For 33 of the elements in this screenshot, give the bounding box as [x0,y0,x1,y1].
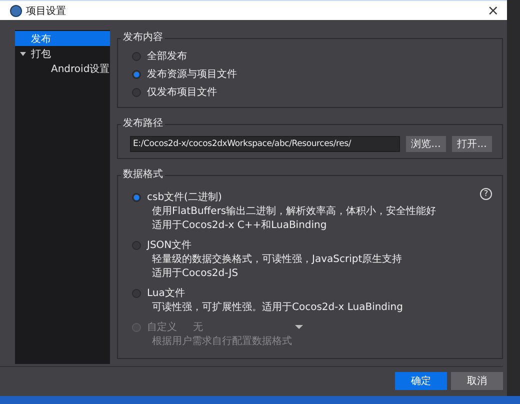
radio-button[interactable] [132,192,141,202]
cancel-button[interactable]: 取消 [451,372,503,390]
description-text: 使用FlatBuffers输出二进制，解析效率高，体积小，安全性能好 [151,205,438,218]
option-label: 仅发布项目文件 [147,86,217,99]
dropdown-arrow-icon [295,325,303,329]
browse-button[interactable]: 浏览... [406,136,446,152]
description-text: 可读性强，可扩展性强。适用于Cocos2d-x LuaBinding [151,301,404,314]
description-text: 适用于Cocos2d-JS [151,267,240,280]
help-icon[interactable]: ? [480,188,492,200]
ok-button[interactable]: 确定 [395,372,447,390]
radio-button[interactable] [132,240,141,250]
description-text: 适用于Cocos2d-x C++和LuaBinding [151,219,328,232]
radio-button[interactable] [132,288,141,298]
option-label: 自定义 [147,320,177,334]
close-button[interactable]: × [479,2,507,20]
option-label: JSON文件 [147,238,192,252]
sidebar-item[interactable]: 发布 [15,31,110,46]
radio-button[interactable] [132,52,141,60]
radio-button[interactable] [132,70,141,78]
sidebar-item[interactable]: Android设置 [15,61,110,76]
description-text: 根据用户需求自行配置数据格式 [151,335,293,348]
open-button[interactable]: 打开... [452,136,492,152]
radio-button[interactable] [132,88,141,96]
sidebar-item[interactable]: 打包 [15,46,110,61]
option-label: 发布资源与项目文件 [147,68,237,81]
option-label: csb文件(二进制) [147,190,222,204]
path-field[interactable]: E:/Cocos2d-x/cocos2dxWorkspace/abc/Resources/res/ [130,136,400,152]
option-label: 全部发布 [147,50,187,63]
option-label: Lua文件 [147,286,185,300]
app-logo-icon [10,4,22,16]
window-title: 项目设置 [26,4,66,18]
description-text: 轻量级的数据交换格式，可读性强，JavaScript原生支持 [151,253,404,266]
expanded-caret-icon[interactable] [20,52,26,56]
